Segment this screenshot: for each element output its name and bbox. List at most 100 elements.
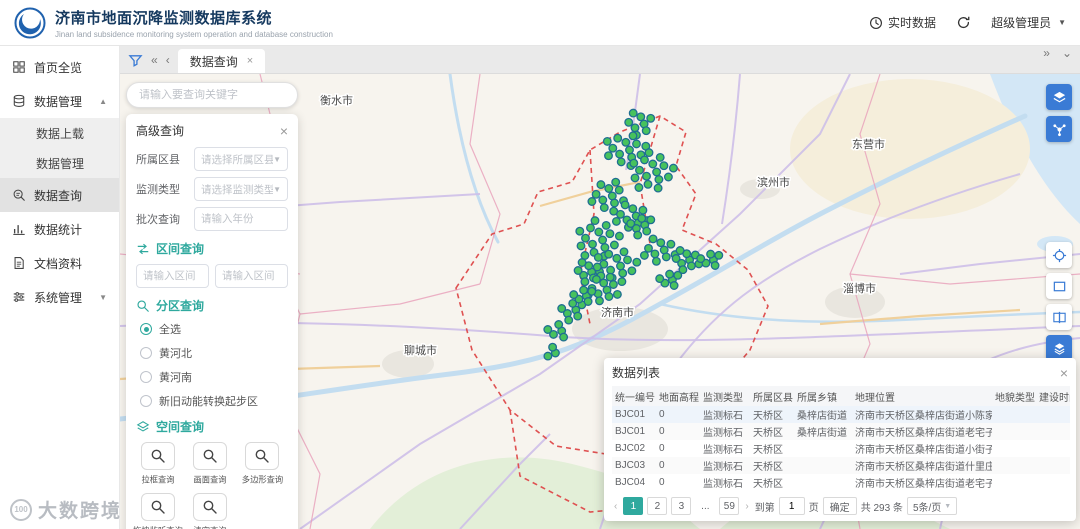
monitoring-point-marker[interactable] bbox=[628, 131, 638, 141]
monitoring-point-marker[interactable] bbox=[648, 234, 658, 244]
monitoring-point-marker[interactable] bbox=[656, 238, 666, 248]
monitoring-point-marker[interactable] bbox=[616, 209, 625, 219]
monitoring-point-marker[interactable] bbox=[601, 220, 611, 230]
monitoring-point-marker[interactable] bbox=[619, 247, 629, 257]
tab-data-query[interactable]: 数据查询 × bbox=[177, 49, 266, 73]
monitoring-point-marker[interactable] bbox=[581, 233, 590, 243]
monitoring-point-marker[interactable] bbox=[590, 216, 600, 226]
monitoring-point-marker[interactable] bbox=[587, 197, 597, 206]
monitoring-point-marker[interactable] bbox=[639, 250, 649, 260]
monitoring-point-marker[interactable] bbox=[598, 195, 608, 205]
monitoring-point-marker[interactable] bbox=[651, 256, 661, 266]
zone-radio-新旧动能转换起步区[interactable]: 新旧动能转换起步区 bbox=[140, 393, 288, 409]
monitoring-point-marker[interactable] bbox=[586, 223, 595, 233]
cluster-toggle-button[interactable] bbox=[1046, 116, 1072, 142]
monitoring-point-marker[interactable] bbox=[595, 296, 604, 306]
monitoring-point-marker[interactable] bbox=[616, 261, 625, 271]
monitoring-point-marker[interactable] bbox=[629, 158, 639, 168]
monitoring-point-marker[interactable] bbox=[630, 173, 640, 183]
monitoring-point-marker[interactable] bbox=[627, 266, 637, 276]
monitoring-point-marker[interactable] bbox=[650, 249, 660, 259]
scroll-tabs-left-icon[interactable]: « bbox=[151, 54, 158, 66]
refresh-button[interactable] bbox=[956, 15, 971, 30]
monitoring-point-marker[interactable] bbox=[637, 213, 647, 223]
monitoring-point-marker[interactable] bbox=[623, 255, 632, 265]
monitoring-point-marker[interactable] bbox=[675, 246, 685, 255]
zone-radio-黄河南[interactable]: 黄河南 bbox=[140, 369, 288, 385]
monitoring-point-marker[interactable] bbox=[591, 274, 601, 284]
monitoring-point-marker[interactable] bbox=[644, 243, 653, 253]
monitoring-point-marker[interactable] bbox=[618, 268, 628, 278]
monitoring-point-marker[interactable] bbox=[655, 274, 665, 284]
monitoring-point-marker[interactable] bbox=[642, 171, 651, 181]
monitoring-point-marker[interactable] bbox=[638, 205, 648, 215]
monitoring-point-marker[interactable] bbox=[633, 230, 643, 240]
district-select[interactable]: 请选择所属区县 ▼ bbox=[194, 147, 288, 171]
monitoring-point-marker[interactable] bbox=[599, 278, 609, 288]
monitoring-point-marker[interactable] bbox=[696, 254, 706, 264]
monitoring-point-marker[interactable] bbox=[614, 231, 624, 241]
monitoring-point-marker[interactable] bbox=[573, 311, 583, 321]
monitoring-point-marker[interactable] bbox=[598, 235, 608, 245]
monitoring-point-marker[interactable] bbox=[606, 265, 616, 275]
sidebar-item-data-management[interactable]: 数据管理 ▲ bbox=[0, 84, 119, 118]
next-page-icon[interactable]: › bbox=[743, 501, 750, 512]
locate-button[interactable] bbox=[1046, 242, 1072, 268]
monitoring-point-marker[interactable] bbox=[611, 177, 621, 187]
monitoring-point-marker[interactable] bbox=[666, 239, 676, 249]
layers-button[interactable] bbox=[1046, 84, 1072, 110]
monitoring-point-marker[interactable] bbox=[594, 227, 604, 237]
monitoring-point-marker[interactable] bbox=[706, 249, 716, 259]
keyword-search-box[interactable] bbox=[126, 82, 298, 108]
sidebar-subitem-data-upload[interactable]: 数据上载 bbox=[0, 118, 119, 148]
monitoring-point-marker[interactable] bbox=[646, 113, 656, 123]
monitoring-point-marker[interactable] bbox=[583, 297, 593, 306]
page-number-2[interactable]: 2 bbox=[647, 497, 668, 515]
monitoring-point-marker[interactable] bbox=[671, 254, 681, 263]
monitoring-point-marker[interactable] bbox=[599, 203, 609, 213]
zone-radio-全选[interactable]: 全选 bbox=[140, 321, 288, 337]
sidebar-item-data-query[interactable]: 数据查询 bbox=[0, 178, 119, 212]
monitoring-point-marker[interactable] bbox=[686, 261, 696, 271]
monitoring-point-marker[interactable] bbox=[602, 136, 612, 146]
monitoring-point-marker[interactable] bbox=[573, 266, 583, 275]
prev-page-icon[interactable]: ‹ bbox=[612, 501, 619, 512]
keyword-search-input[interactable] bbox=[139, 89, 285, 101]
monitoring-point-marker[interactable] bbox=[630, 123, 640, 133]
range-to-input[interactable] bbox=[215, 264, 288, 288]
monitoring-point-marker[interactable] bbox=[614, 185, 624, 195]
monitoring-point-marker[interactable] bbox=[636, 112, 646, 122]
monitoring-point-marker[interactable] bbox=[628, 204, 638, 214]
monitoring-point-marker[interactable] bbox=[620, 200, 630, 210]
range-from-input[interactable] bbox=[136, 264, 209, 288]
prev-tab-icon[interactable]: ‹ bbox=[166, 54, 170, 66]
monitor-type-select[interactable]: 请选择监测类型 ▼ bbox=[194, 177, 288, 201]
monitoring-point-marker[interactable] bbox=[644, 148, 654, 158]
page-size-select[interactable]: 5条/页 ▼ bbox=[906, 497, 958, 515]
monitoring-point-marker[interactable] bbox=[604, 292, 614, 301]
monitoring-point-marker[interactable] bbox=[643, 179, 653, 189]
table-row[interactable]: BJC04 0 监测标石 天桥区 济南市天桥区桑梓店街道老宅子村 bbox=[612, 474, 1070, 491]
monitoring-point-marker[interactable] bbox=[543, 351, 553, 361]
zone-radio-黄河北[interactable]: 黄河北 bbox=[140, 345, 288, 361]
monitoring-point-marker[interactable] bbox=[591, 189, 601, 199]
spatial-tool-3[interactable]: 多边形查询 bbox=[240, 442, 284, 486]
batch-year-input[interactable] bbox=[201, 213, 281, 225]
sidebar-item-home-overview[interactable]: 首页全览 bbox=[0, 50, 119, 84]
monitoring-point-marker[interactable] bbox=[611, 216, 621, 226]
monitoring-point-marker[interactable] bbox=[617, 277, 627, 287]
monitoring-point-marker[interactable] bbox=[608, 280, 618, 289]
spatial-tool-5[interactable]: 清空查询 bbox=[188, 493, 232, 529]
spatial-tool-4[interactable]: 拖拽监听查询 bbox=[133, 493, 183, 529]
spatial-tool-1[interactable]: 拉框查询 bbox=[136, 442, 180, 486]
monitoring-point-marker[interactable] bbox=[576, 241, 586, 251]
monitoring-point-marker[interactable] bbox=[593, 252, 603, 262]
monitoring-point-marker[interactable] bbox=[616, 157, 626, 167]
monitoring-point-marker[interactable] bbox=[641, 126, 651, 136]
goto-page-input[interactable] bbox=[778, 497, 805, 515]
monitoring-point-marker[interactable] bbox=[635, 165, 644, 175]
monitoring-point-marker[interactable] bbox=[605, 229, 615, 239]
monitoring-point-marker[interactable] bbox=[557, 304, 567, 313]
monitoring-point-marker[interactable] bbox=[714, 250, 724, 260]
monitoring-point-marker[interactable] bbox=[663, 172, 673, 182]
